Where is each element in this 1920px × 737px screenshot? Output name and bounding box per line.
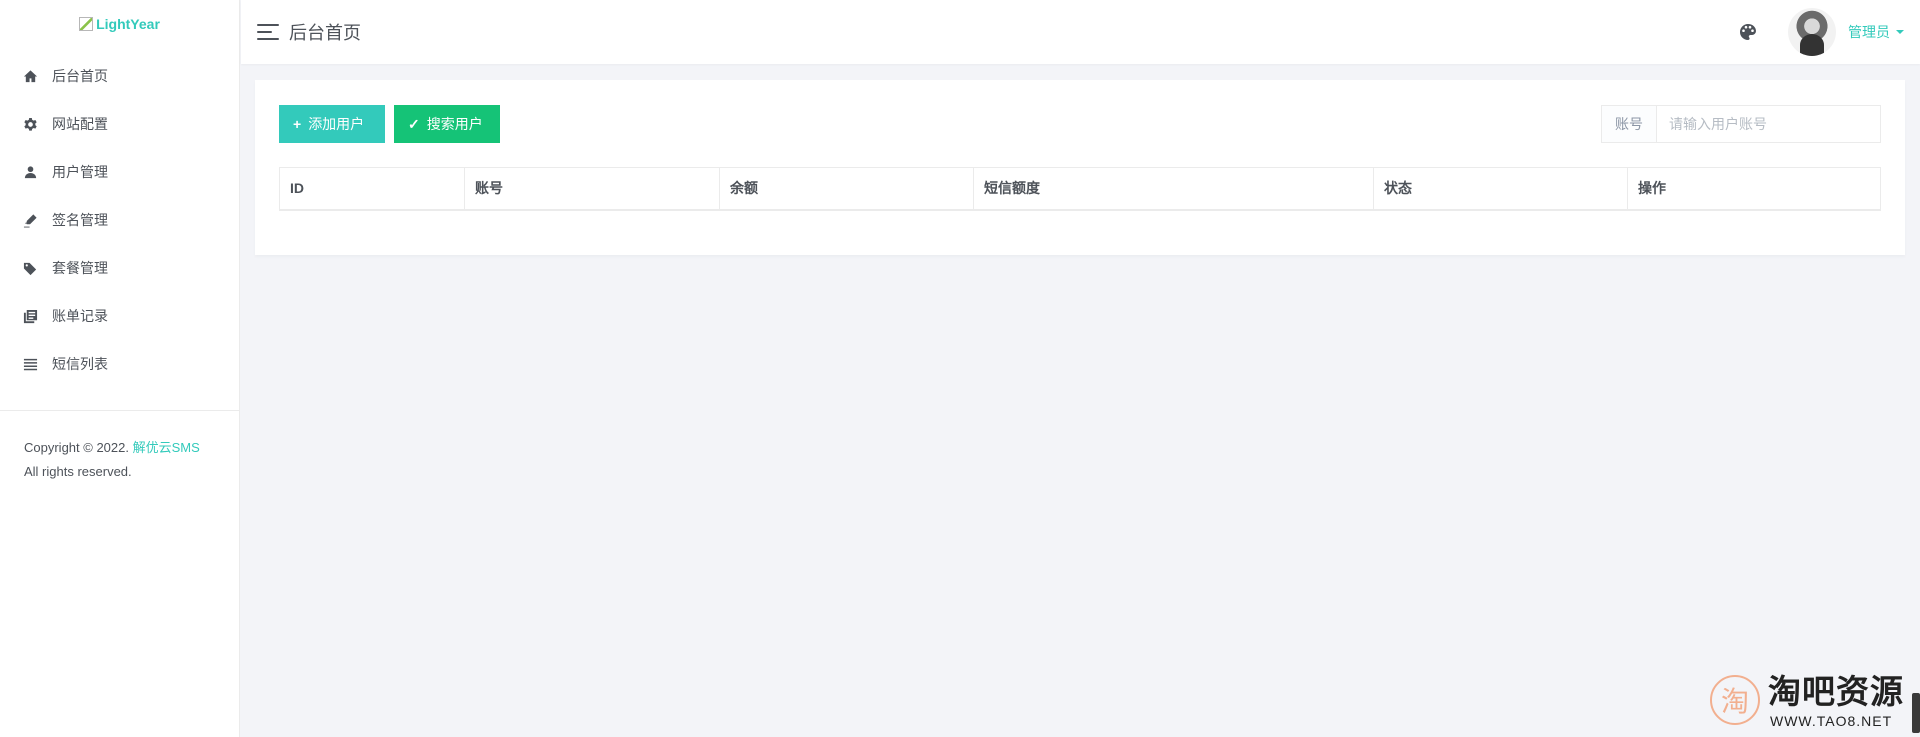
check-icon: ✓: [408, 115, 420, 132]
header-right: 管理员: [1738, 0, 1904, 64]
gear-icon: [22, 116, 38, 132]
column-header-id[interactable]: ID: [279, 167, 465, 211]
sidebar-item-sms-list[interactable]: 短信列表: [0, 340, 239, 388]
search-user-label: 搜索用户: [426, 116, 483, 132]
column-header-actions[interactable]: 操作: [1627, 167, 1881, 211]
column-header-account[interactable]: 账号: [464, 167, 720, 211]
sidebar-item-dashboard[interactable]: 后台首页: [0, 52, 239, 100]
sidebar-item-signatures[interactable]: 签名管理: [0, 196, 239, 244]
caret-down-icon: [1896, 30, 1904, 34]
copyright-prefix: Copyright © 2022.: [24, 440, 133, 455]
table-header-row: ID 账号 余额 短信额度 状态 操作: [279, 167, 1881, 211]
column-header-balance[interactable]: 余额: [719, 167, 974, 211]
sidebar-item-users[interactable]: 用户管理: [0, 148, 239, 196]
sidebar-item-label: 签名管理: [52, 212, 108, 228]
scroll-handle[interactable]: [1912, 693, 1920, 733]
topbar: 后台首页 管理员: [241, 0, 1920, 64]
logo-image[interactable]: LightYear: [79, 16, 160, 32]
add-user-button[interactable]: + 添加用户: [279, 105, 385, 143]
sidebar-item-label: 套餐管理: [52, 260, 108, 276]
watermark: 淘 淘吧资源 WWW.TAO8.NET: [1710, 672, 1920, 733]
home-icon: [22, 68, 38, 84]
bill-icon: [22, 308, 38, 324]
add-user-label: 添加用户: [308, 116, 365, 132]
account-search-input[interactable]: [1657, 106, 1880, 142]
signature-icon: [22, 212, 38, 228]
logo-alt-text: LightYear: [96, 16, 160, 32]
watermark-url: WWW.TAO8.NET: [1770, 713, 1893, 729]
account-search-label: 账号: [1602, 106, 1657, 142]
list-icon: [22, 356, 38, 372]
sidebar-divider: [0, 410, 240, 411]
page-title: 后台首页: [289, 23, 361, 43]
user-icon: [22, 164, 38, 180]
user-menu[interactable]: 管理员: [1848, 22, 1904, 42]
sidebar-item-label: 网站配置: [52, 116, 108, 132]
sidebar-item-bills[interactable]: 账单记录: [0, 292, 239, 340]
plus-icon: +: [293, 116, 302, 132]
user-table: ID 账号 余额 短信额度 状态 操作: [279, 167, 1881, 211]
user-list-card: + 添加用户 ✓ 搜索用户 账号 ID 账号 余额 短信额度 状态 操作: [255, 80, 1905, 255]
sidebar-item-packages[interactable]: 套餐管理: [0, 244, 239, 292]
broken-image-icon: [79, 17, 94, 31]
sidebar-item-label: 用户管理: [52, 164, 108, 180]
sidebar-item-label: 账单记录: [52, 308, 108, 324]
tags-icon: [22, 260, 38, 276]
column-header-sms-quota[interactable]: 短信额度: [973, 167, 1374, 211]
search-user-button[interactable]: ✓ 搜索用户: [394, 105, 500, 143]
user-name: 管理员: [1848, 24, 1890, 40]
avatar[interactable]: [1788, 8, 1836, 56]
menu-toggle-icon[interactable]: [257, 24, 279, 40]
logo[interactable]: LightYear: [0, 0, 239, 48]
copyright-suffix: All rights reserved.: [24, 464, 132, 479]
copyright: Copyright © 2022. 解优云SMS All rights rese…: [24, 436, 200, 484]
account-search: 账号: [1601, 105, 1881, 143]
sidebar-nav: 后台首页 网站配置 用户管理 签名管理 套餐管理 账单记录 短信列表: [0, 52, 239, 388]
sidebar-item-site-config[interactable]: 网站配置: [0, 100, 239, 148]
column-header-status[interactable]: 状态: [1373, 167, 1628, 211]
palette-icon[interactable]: [1738, 22, 1758, 42]
watermark-title: 淘吧资源: [1768, 672, 1904, 711]
sidebar-item-label: 后台首页: [52, 68, 108, 84]
sidebar: LightYear 后台首页 网站配置 用户管理 签名管理 套餐管理 账单记录 …: [0, 0, 240, 737]
sidebar-item-label: 短信列表: [52, 356, 108, 372]
watermark-seal: 淘: [1710, 675, 1760, 725]
copyright-link[interactable]: 解优云SMS: [133, 440, 200, 455]
toolbar: + 添加用户 ✓ 搜索用户: [279, 105, 500, 143]
